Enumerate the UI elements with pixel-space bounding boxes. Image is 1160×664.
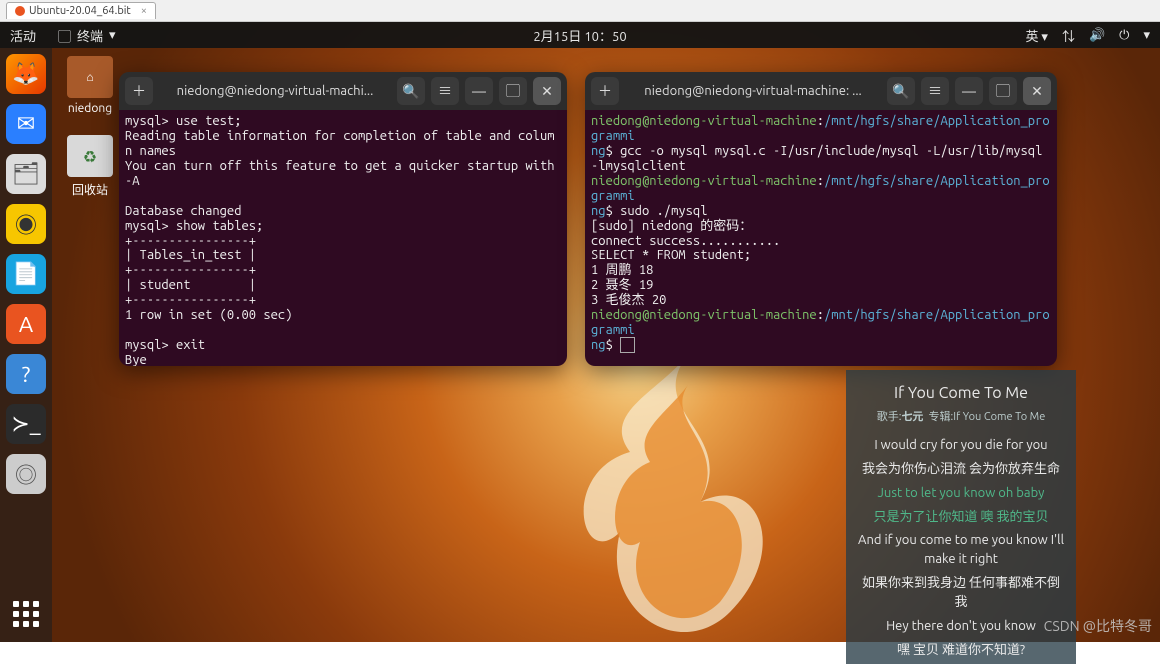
search-icon[interactable]: 🔍	[397, 77, 425, 105]
minimize-button[interactable]: —	[465, 77, 493, 105]
maximize-button[interactable]: ▢	[989, 77, 1017, 105]
vm-tabbar: Ubuntu-20.04_64.bit ×	[0, 0, 1160, 22]
power-icon[interactable]: ⏻	[1119, 28, 1129, 43]
maximize-button[interactable]: ▢	[499, 77, 527, 105]
input-source[interactable]: 英 ▾	[1025, 26, 1048, 45]
app-menu[interactable]: ▢ 终端 ▾	[50, 24, 124, 47]
home-icon: ⌂	[86, 70, 93, 84]
lyric-line: Hey there don't you know	[856, 617, 1066, 636]
gnome-topbar: 活动 ▢ 终端 ▾ 2月15日 10：50 英 ▾ ⇅ 🔊 ⏻ ▾	[0, 22, 1160, 48]
lyric-line-cn: 如果你来到我身边 任何事都难不倒我	[856, 574, 1066, 612]
terminal-icon: ▢	[58, 26, 71, 45]
vm-tab[interactable]: Ubuntu-20.04_64.bit ×	[6, 2, 156, 19]
titlebar[interactable]: ＋ niedong@niedong-virtual-machine: ... 🔍…	[585, 72, 1057, 110]
chevron-down-icon: ▾	[109, 28, 116, 43]
window-title: niedong@niedong-virtual-machine: ...	[625, 84, 881, 98]
dock-files[interactable]: 🗂	[6, 154, 46, 194]
trash-label: 回收站	[62, 181, 118, 198]
new-tab-button[interactable]: ＋	[591, 77, 619, 105]
show-applications[interactable]	[6, 594, 46, 634]
hamburger-icon[interactable]: ≡	[431, 77, 459, 105]
wallpaper-art	[560, 352, 820, 652]
dock-terminal[interactable]: ≻_	[6, 404, 46, 444]
desktop-icons: ⌂ niedong ♻ 回收站	[62, 56, 118, 218]
terminal-content[interactable]: niedong@niedong-virtual-machine:/mnt/hgf…	[585, 110, 1057, 366]
dock-rhythmbox[interactable]: ◉	[6, 204, 46, 244]
trash[interactable]: ♻ 回收站	[62, 135, 118, 198]
song-title: If You Come To Me	[856, 384, 1066, 402]
lyric-line-cn: 嘿 宝贝 难道你不知道?	[856, 641, 1066, 660]
dock-disc[interactable]: ◎	[6, 454, 46, 494]
minimize-button[interactable]: —	[955, 77, 983, 105]
terminal-window-1[interactable]: ＋ niedong@niedong-virtual-machi... 🔍 ≡ —…	[119, 72, 567, 366]
volume-icon[interactable]: 🔊	[1089, 28, 1105, 43]
lyric-line-cn: 我会为你伤心泪流 会为你放弃生命	[856, 460, 1066, 479]
titlebar[interactable]: ＋ niedong@niedong-virtual-machi... 🔍 ≡ —…	[119, 72, 567, 110]
dock-help[interactable]: ?	[6, 354, 46, 394]
app-menu-label: 终端	[77, 26, 103, 45]
lyric-line: I would cry for you die for you	[856, 436, 1066, 455]
chevron-down-icon[interactable]: ▾	[1143, 28, 1150, 43]
lyrics-panel[interactable]: If You Come To Me 歌手:七元 专辑:If You Come T…	[846, 370, 1076, 664]
vm-tab-label: Ubuntu-20.04_64.bit	[29, 5, 131, 17]
song-meta: 歌手:七元 专辑:If You Come To Me	[856, 408, 1066, 424]
network-icon[interactable]: ⇅	[1062, 26, 1075, 45]
hamburger-icon[interactable]: ≡	[921, 77, 949, 105]
close-button[interactable]: ✕	[1023, 77, 1051, 105]
search-icon[interactable]: 🔍	[887, 77, 915, 105]
dock-firefox[interactable]: 🦊	[6, 54, 46, 94]
home-folder[interactable]: ⌂ niedong	[62, 56, 118, 115]
lyric-line: And if you come to me you know I'll make…	[856, 531, 1066, 569]
home-label: niedong	[62, 102, 118, 115]
dock-software[interactable]: A	[6, 304, 46, 344]
lyric-line-active-cn: 只是为了让你知道 噢 我的宝贝	[856, 508, 1066, 527]
window-title: niedong@niedong-virtual-machi...	[159, 84, 391, 98]
activities-button[interactable]: 活动	[10, 26, 36, 45]
terminal-window-2[interactable]: ＋ niedong@niedong-virtual-machine: ... 🔍…	[585, 72, 1057, 366]
close-button[interactable]: ✕	[533, 77, 561, 105]
ubuntu-desktop: 活动 ▢ 终端 ▾ 2月15日 10：50 英 ▾ ⇅ 🔊 ⏻ ▾ 🦊 ✉ 🗂 …	[0, 22, 1160, 642]
lyric-line-active: Just to let you know oh baby	[856, 484, 1066, 503]
dock-thunderbird[interactable]: ✉	[6, 104, 46, 144]
dock: 🦊 ✉ 🗂 ◉ 📄 A ? ≻_ ◎	[0, 48, 52, 642]
trash-icon: ♻	[84, 148, 96, 165]
dock-writer[interactable]: 📄	[6, 254, 46, 294]
clock[interactable]: 2月15日 10：50	[533, 26, 626, 45]
ubuntu-icon	[15, 6, 25, 16]
terminal-content[interactable]: mysql> use test; Reading table informati…	[119, 110, 567, 366]
close-icon[interactable]: ×	[141, 5, 147, 17]
new-tab-button[interactable]: ＋	[125, 77, 153, 105]
watermark: CSDN @比特冬哥	[1044, 616, 1152, 636]
